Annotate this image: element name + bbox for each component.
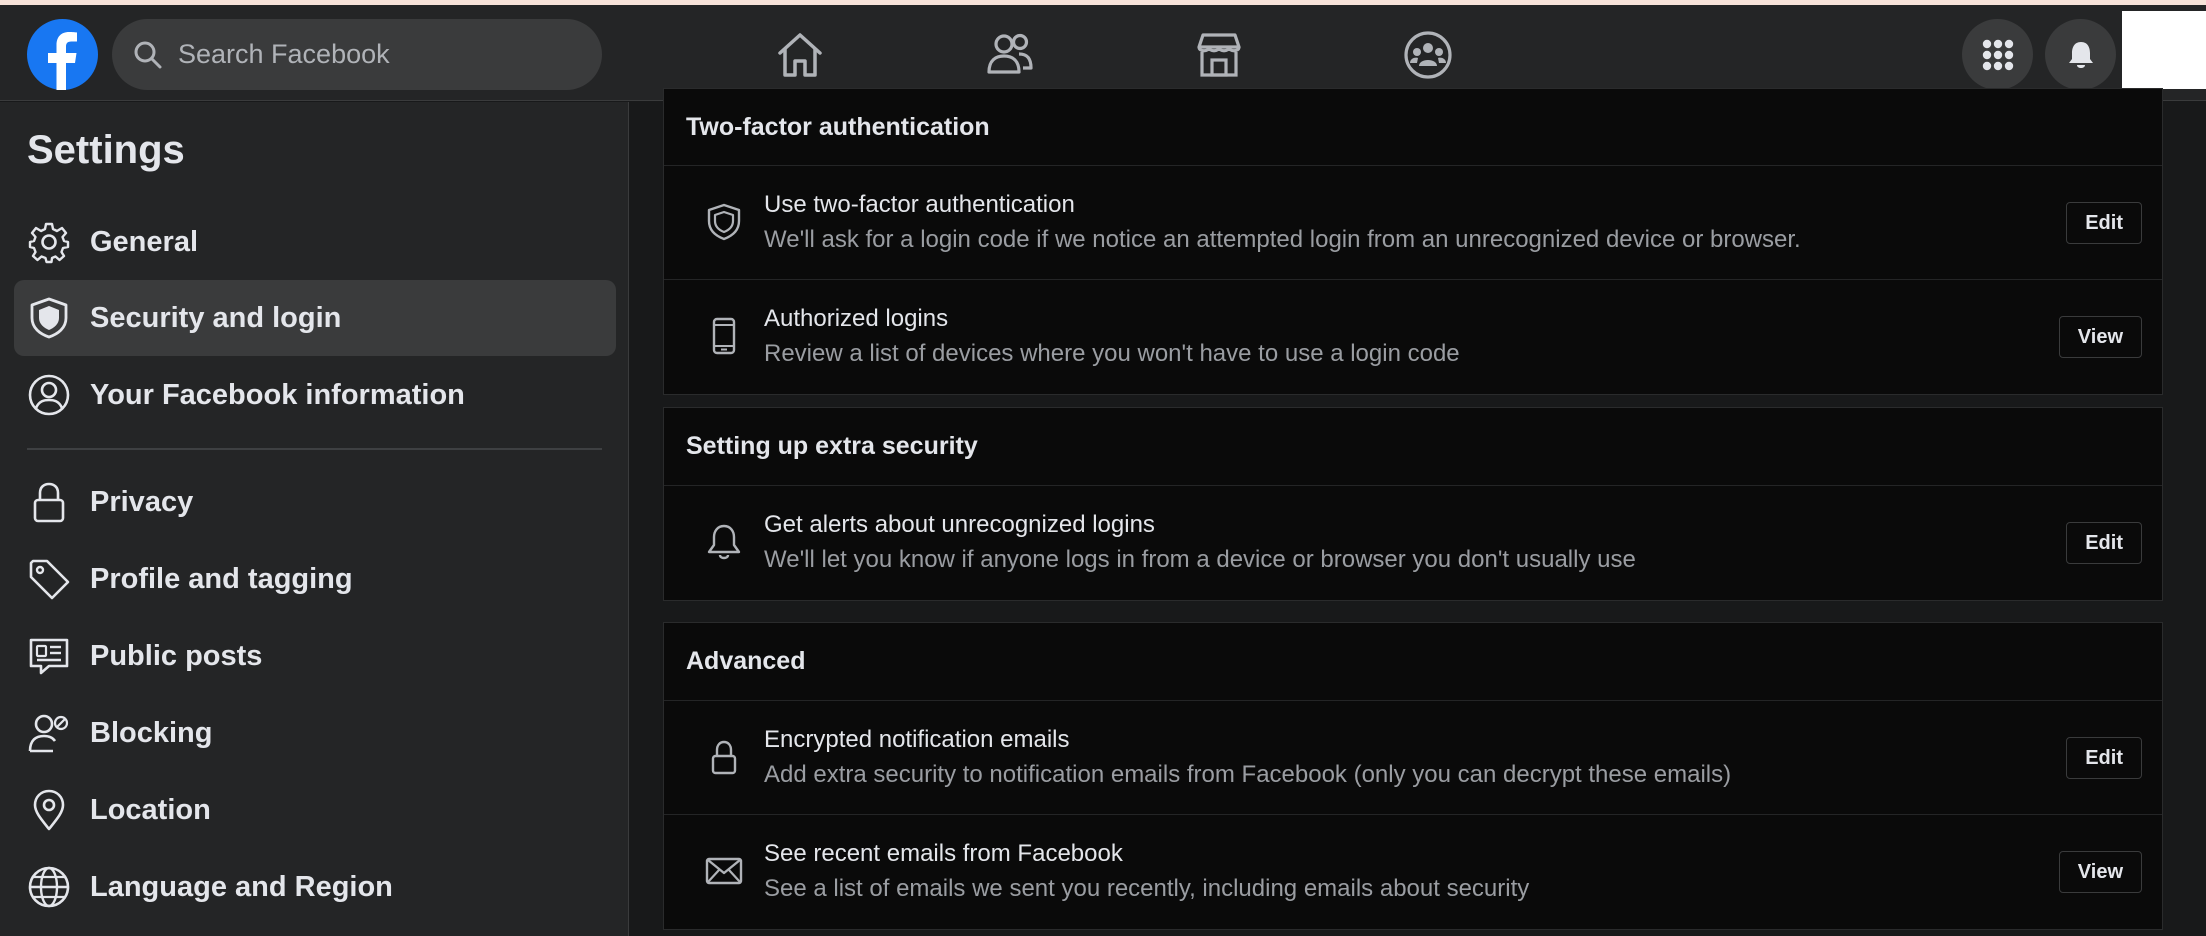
envelope-icon: [705, 857, 743, 885]
row-title: Encrypted notification emails: [764, 726, 1070, 753]
home-icon[interactable]: [772, 27, 828, 83]
row-title: See recent emails from Facebook: [764, 840, 1123, 867]
row-title: Authorized logins: [764, 305, 949, 332]
sidebar-item-label: Blocking: [90, 716, 213, 749]
lock-icon: [711, 740, 737, 775]
sidebar-item-label: Privacy: [90, 485, 194, 518]
sidebar-item-general[interactable]: General: [14, 204, 616, 280]
sidebar-item-location[interactable]: Location: [14, 772, 616, 848]
section-two-factor: Two-factor authentication Use two-factor…: [663, 88, 2163, 395]
sidebar-item-facebook-information[interactable]: Your Facebook information: [14, 357, 616, 433]
section-extra-security: Setting up extra security Get alerts abo…: [663, 407, 2163, 601]
settings-content: Two-factor authentication Use two-factor…: [630, 88, 2206, 936]
menu-button[interactable]: [1962, 19, 2033, 90]
public-posts-icon: [29, 638, 69, 675]
settings-row-login-alerts[interactable]: Get alerts about unrecognized logins We'…: [664, 486, 2162, 600]
sidebar-item-label: Public posts: [90, 639, 263, 672]
sidebar-item-privacy[interactable]: Privacy: [14, 464, 616, 540]
sidebar-item-public-posts[interactable]: Public posts: [14, 618, 616, 694]
sidebar-divider: [27, 448, 602, 450]
tag-icon: [29, 559, 70, 600]
gear-icon: [28, 222, 70, 264]
section-title: Setting up extra security: [664, 408, 2162, 486]
search-bar[interactable]: [112, 19, 602, 90]
sidebar-item-label: General: [90, 225, 198, 258]
sidebar-item-language-region[interactable]: Language and Region: [14, 849, 616, 925]
account-avatar[interactable]: [2122, 11, 2206, 89]
row-description: Review a list of devices where you won't…: [764, 340, 1460, 367]
sidebar-item-label: Your Facebook information: [90, 378, 465, 411]
block-user-icon: [28, 714, 69, 753]
section-title: Advanced: [664, 623, 2162, 701]
menu-grid-icon: [1982, 39, 2013, 70]
row-title: Use two-factor authentication: [764, 191, 1075, 218]
facebook-logo[interactable]: [27, 19, 98, 90]
phone-icon: [712, 317, 736, 355]
sidebar-item-label: Language and Region: [90, 870, 393, 903]
lock-icon: [33, 482, 65, 523]
row-description: We'll let you know if anyone logs in fro…: [764, 546, 1636, 573]
settings-title: Settings: [27, 128, 185, 172]
search-input[interactable]: [178, 39, 578, 70]
section-advanced: Advanced Encrypted notification emails A…: [663, 622, 2163, 930]
sidebar-item-label: Profile and tagging: [90, 562, 353, 595]
notifications-bell-icon: [2068, 41, 2093, 68]
top-navigation-bar: [0, 5, 2206, 101]
section-title: Two-factor authentication: [664, 89, 2162, 166]
location-pin-icon: [33, 789, 65, 831]
globe-icon: [28, 866, 70, 908]
friends-icon[interactable]: [982, 27, 1038, 83]
sidebar-item-security[interactable]: Security and login: [14, 280, 616, 356]
sidebar-item-label: Location: [90, 793, 211, 826]
shield-icon: [707, 203, 741, 241]
settings-sidebar: Settings General Security and login Your…: [0, 102, 629, 936]
settings-row-encrypted-emails[interactable]: Encrypted notification emails Add extra …: [664, 701, 2162, 815]
groups-icon[interactable]: [1400, 27, 1456, 83]
marketplace-icon[interactable]: [1191, 27, 1247, 83]
view-button[interactable]: View: [2058, 316, 2142, 358]
sidebar-item-profile-tagging[interactable]: Profile and tagging: [14, 541, 616, 617]
settings-row-authorized-logins[interactable]: Authorized logins Review a list of devic…: [664, 280, 2162, 394]
notifications-button[interactable]: [2045, 19, 2116, 90]
shield-icon: [30, 297, 68, 339]
row-description: Add extra security to notification email…: [764, 761, 1732, 788]
row-description: See a list of emails we sent you recentl…: [764, 875, 1530, 902]
sidebar-item-blocking[interactable]: Blocking: [14, 695, 616, 771]
row-description: We'll ask for a login code if we notice …: [764, 226, 1801, 253]
row-title: Get alerts about unrecognized logins: [764, 511, 1155, 538]
settings-row-two-factor[interactable]: Use two-factor authentication We'll ask …: [664, 166, 2162, 280]
edit-button[interactable]: Edit: [2066, 202, 2142, 244]
settings-row-recent-emails[interactable]: See recent emails from Facebook See a li…: [664, 815, 2162, 929]
bell-icon: [707, 524, 741, 560]
edit-button[interactable]: Edit: [2066, 737, 2142, 779]
view-button[interactable]: View: [2058, 851, 2142, 893]
sidebar-item-label: Security and login: [90, 301, 342, 334]
search-icon: [134, 41, 162, 68]
edit-button[interactable]: Edit: [2066, 522, 2142, 564]
user-circle-icon: [28, 374, 70, 416]
